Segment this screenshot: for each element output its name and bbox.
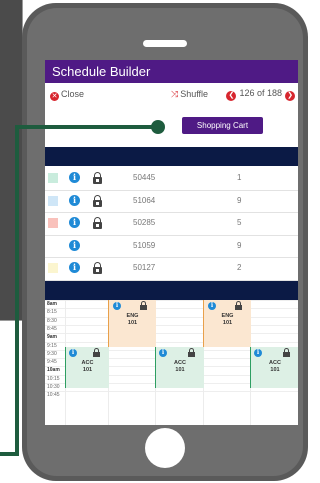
- callout-dot: [151, 120, 165, 134]
- info-icon[interactable]: i: [159, 349, 167, 357]
- event-course: ENG: [221, 313, 234, 319]
- home-button[interactable]: [145, 428, 185, 468]
- callout-line-bottom: [0, 452, 19, 456]
- event-number: 101: [127, 320, 138, 326]
- app-title: Schedule Builder: [45, 60, 298, 83]
- calendar-gridline: [45, 324, 298, 326]
- color-swatch: [48, 218, 58, 228]
- course-row[interactable]: i 51059 9: [45, 236, 298, 258]
- shopping-cart-button[interactable]: Shopping Cart: [182, 117, 263, 134]
- time-label: 8:30: [47, 317, 57, 324]
- course-count: 2: [237, 263, 242, 272]
- event-course: ACC: [174, 360, 186, 366]
- course-count: 9: [237, 195, 242, 205]
- info-icon[interactable]: i: [69, 262, 80, 273]
- chevron-right-circle-icon[interactable]: ❯: [285, 91, 295, 101]
- lock-icon[interactable]: [93, 172, 102, 184]
- color-swatch: [48, 173, 58, 183]
- calendar-event[interactable]: i ACC 101: [250, 347, 298, 388]
- course-list: i 50445 1 i 51064 9 i 50285 5 i 51059 9 i 50127 2: [45, 168, 298, 281]
- control-bar: ✕ Close ⤨ Shuffle ❮ 126 of 188 ❯: [45, 83, 298, 105]
- event-course: ENG: [126, 313, 139, 319]
- time-label: 10am: [47, 367, 60, 374]
- info-icon[interactable]: i: [113, 302, 121, 310]
- close-button[interactable]: ✕ Close: [50, 89, 84, 101]
- time-label: 9:15: [47, 342, 57, 349]
- info-icon[interactable]: i: [69, 172, 80, 183]
- calendar-gridline: [45, 333, 298, 335]
- event-number: 101: [270, 367, 280, 373]
- time-label: 10:30: [47, 384, 60, 390]
- event-number: 101: [82, 367, 93, 373]
- chevron-left-circle-icon[interactable]: ❮: [226, 91, 237, 101]
- color-swatch: [48, 195, 58, 206]
- calendar-event[interactable]: i ENG 101: [203, 300, 251, 347]
- event-course: ACC: [269, 360, 281, 366]
- lock-icon[interactable]: [93, 194, 102, 207]
- course-row[interactable]: i 50127 2: [45, 258, 298, 281]
- calendar-gridline: [45, 391, 298, 393]
- lock-icon[interactable]: [235, 301, 242, 310]
- course-row[interactable]: i 50285 5: [45, 213, 298, 236]
- info-icon[interactable]: i: [208, 302, 216, 310]
- time-label: 10:15: [47, 375, 60, 382]
- time-label: 9am: [47, 334, 58, 341]
- calendar-gridline: [45, 341, 298, 343]
- calendar-header-bar: [45, 281, 298, 300]
- time-label: 8am: [47, 301, 58, 307]
- time-label: 9:30: [47, 350, 57, 357]
- lock-icon[interactable]: [93, 348, 100, 357]
- shuffle-icon: ⤨: [171, 89, 179, 99]
- course-row[interactable]: i 51064 9: [45, 191, 298, 213]
- page-count: 126 of 188: [239, 88, 282, 98]
- close-label: Close: [61, 89, 85, 99]
- calendar-grid: 8am 8:15 8:30 8:45 9am 9:15 9:30 9:45 10am 10:15 1…: [45, 300, 298, 425]
- course-count: 5: [237, 218, 242, 227]
- pager: ❮ 126 of 188 ❯: [226, 88, 295, 101]
- calendar-gridline: [45, 308, 298, 310]
- background-panel: [0, 0, 23, 321]
- course-row[interactable]: i 50445 1: [45, 168, 298, 191]
- info-icon[interactable]: i: [69, 349, 77, 357]
- event-number: 101: [175, 367, 185, 373]
- course-count: 1: [237, 173, 242, 182]
- close-circle-icon: ✕: [50, 92, 59, 101]
- table-header-bar: [45, 147, 298, 166]
- lock-icon[interactable]: [140, 301, 147, 310]
- calendar-gridline: [45, 316, 298, 318]
- event-number: 101: [222, 320, 233, 326]
- time-label: 10:45: [47, 392, 60, 399]
- shuffle-button[interactable]: ⤨ Shuffle: [171, 89, 208, 100]
- calendar-gridline: [45, 300, 298, 301]
- course-crn: 51059: [133, 240, 156, 250]
- app-screen: Schedule Builder ✕ Close ⤨ Shuffle ❮ 126 of…: [45, 60, 298, 425]
- lock-icon[interactable]: [93, 217, 102, 229]
- info-icon[interactable]: i: [69, 217, 80, 228]
- lock-icon[interactable]: [93, 262, 102, 274]
- time-label: 9:45: [47, 359, 57, 366]
- course-crn: 50285: [133, 218, 156, 227]
- callout-line-vertical: [15, 125, 19, 455]
- callout-line-horizontal: [17, 125, 159, 129]
- calendar-event[interactable]: i ENG 101: [108, 300, 156, 347]
- calendar-event[interactable]: i ACC 101: [155, 347, 204, 388]
- event-course: ACC: [81, 360, 94, 366]
- info-icon[interactable]: i: [69, 194, 80, 206]
- color-swatch: [48, 263, 58, 273]
- speaker-icon: [143, 40, 187, 47]
- lock-icon[interactable]: [283, 348, 290, 357]
- shuffle-label: Shuffle: [180, 89, 209, 99]
- info-icon[interactable]: i: [69, 239, 80, 251]
- time-label: 8:45: [47, 325, 57, 332]
- course-crn: 51064: [133, 195, 156, 205]
- lock-icon[interactable]: [188, 348, 195, 357]
- time-label: 8:15: [47, 309, 57, 316]
- time-column: 8am 8:15 8:30 8:45 9am 9:15 9:30 9:45 10am 10:15 1…: [45, 300, 65, 425]
- course-crn: 50445: [133, 173, 156, 182]
- calendar-event[interactable]: i ACC 101: [65, 347, 109, 388]
- course-count: 9: [237, 240, 242, 250]
- course-crn: 50127: [133, 263, 156, 272]
- info-icon[interactable]: i: [254, 349, 262, 357]
